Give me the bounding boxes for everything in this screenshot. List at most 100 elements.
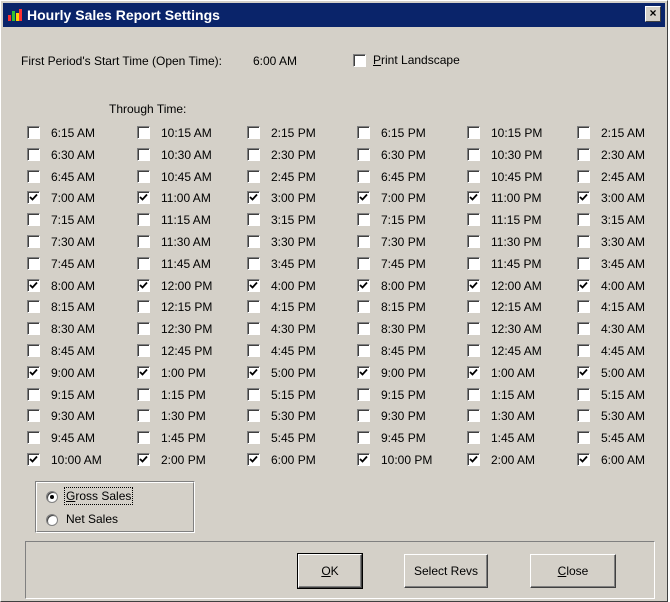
checkbox-box[interactable]	[137, 366, 150, 379]
checkbox-box[interactable]	[357, 344, 370, 357]
checkbox-box[interactable]	[357, 322, 370, 335]
checkbox-box[interactable]	[357, 388, 370, 401]
checkbox-box[interactable]	[247, 322, 260, 335]
checkbox-box[interactable]	[577, 453, 590, 466]
checkbox-box[interactable]	[137, 388, 150, 401]
checkbox-box[interactable]	[467, 409, 480, 422]
checkbox-box[interactable]	[247, 170, 260, 183]
checkbox-box[interactable]	[577, 344, 590, 357]
checkbox-box[interactable]	[247, 431, 260, 444]
checkbox-box[interactable]	[577, 148, 590, 161]
checkbox-box[interactable]	[247, 213, 260, 226]
checkbox-box[interactable]	[467, 191, 480, 204]
checkbox-box[interactable]	[247, 388, 260, 401]
checkbox-box[interactable]	[467, 322, 480, 335]
checkbox-box[interactable]	[247, 300, 260, 313]
checkbox-box[interactable]	[357, 279, 370, 292]
checkbox-box[interactable]	[577, 191, 590, 204]
checkbox-box[interactable]	[137, 344, 150, 357]
checkbox-box[interactable]	[137, 235, 150, 248]
checkbox-box[interactable]	[357, 126, 370, 139]
checkbox-box[interactable]	[357, 170, 370, 183]
checkbox-box[interactable]	[27, 409, 40, 422]
checkbox-box[interactable]	[137, 257, 150, 270]
checkbox-box[interactable]	[467, 257, 480, 270]
checkbox-box[interactable]	[27, 126, 40, 139]
checkbox-box[interactable]	[137, 279, 150, 292]
checkbox-box[interactable]	[577, 170, 590, 183]
checkbox-box[interactable]	[137, 148, 150, 161]
checkbox-box[interactable]	[137, 409, 150, 422]
checkbox-box[interactable]	[137, 126, 150, 139]
checkbox-box[interactable]	[27, 148, 40, 161]
checkbox-box[interactable]	[357, 213, 370, 226]
checkbox-box[interactable]	[357, 409, 370, 422]
checkbox-box[interactable]	[467, 235, 480, 248]
checkbox-box[interactable]	[247, 279, 260, 292]
checkbox-box[interactable]	[467, 300, 480, 313]
gross-sales-radio-button[interactable]	[46, 491, 58, 503]
checkbox-box[interactable]	[137, 300, 150, 313]
checkbox-box[interactable]	[27, 453, 40, 466]
checkbox-box[interactable]	[137, 431, 150, 444]
checkbox-box[interactable]	[467, 453, 480, 466]
checkbox-box[interactable]	[357, 235, 370, 248]
checkbox-box[interactable]	[577, 388, 590, 401]
checkbox-box[interactable]	[577, 235, 590, 248]
checkbox-box[interactable]	[467, 366, 480, 379]
gross-sales-radio[interactable]: Gross Sales	[46, 487, 176, 505]
checkbox-box[interactable]	[467, 170, 480, 183]
checkbox-box[interactable]	[357, 191, 370, 204]
checkbox-box[interactable]	[247, 453, 260, 466]
checkbox-box[interactable]	[467, 431, 480, 444]
checkbox-box[interactable]	[357, 300, 370, 313]
checkbox-box[interactable]	[27, 191, 40, 204]
checkbox-box[interactable]	[357, 148, 370, 161]
select-revs-button[interactable]: Select Revs	[404, 554, 488, 588]
checkbox-box[interactable]	[27, 170, 40, 183]
checkbox-box[interactable]	[137, 322, 150, 335]
checkbox-box[interactable]	[357, 431, 370, 444]
checkbox-box[interactable]	[247, 257, 260, 270]
checkbox-box[interactable]	[247, 148, 260, 161]
print-landscape-box[interactable]	[353, 54, 366, 67]
checkbox-box[interactable]	[27, 322, 40, 335]
checkbox-box[interactable]	[357, 257, 370, 270]
checkbox-box[interactable]	[467, 213, 480, 226]
close-button[interactable]: Close	[530, 554, 616, 588]
checkbox-box[interactable]	[357, 366, 370, 379]
checkbox-box[interactable]	[247, 126, 260, 139]
checkbox-box[interactable]	[247, 409, 260, 422]
checkbox-box[interactable]	[27, 431, 40, 444]
checkbox-box[interactable]	[27, 366, 40, 379]
checkbox-box[interactable]	[577, 213, 590, 226]
checkbox-box[interactable]	[577, 322, 590, 335]
checkbox-box[interactable]	[577, 257, 590, 270]
checkbox-box[interactable]	[137, 170, 150, 183]
checkbox-box[interactable]	[137, 213, 150, 226]
checkbox-box[interactable]	[577, 366, 590, 379]
checkbox-box[interactable]	[247, 366, 260, 379]
title-bar[interactable]: Hourly Sales Report Settings ×	[3, 3, 665, 27]
checkbox-box[interactable]	[467, 148, 480, 161]
checkbox-box[interactable]	[247, 344, 260, 357]
checkbox-box[interactable]	[577, 409, 590, 422]
net-sales-radio[interactable]: Net Sales	[46, 512, 176, 528]
checkbox-box[interactable]	[467, 388, 480, 401]
checkbox-box[interactable]	[577, 126, 590, 139]
checkbox-box[interactable]	[577, 431, 590, 444]
checkbox-box[interactable]	[27, 344, 40, 357]
checkbox-box[interactable]	[27, 279, 40, 292]
checkbox-box[interactable]	[137, 191, 150, 204]
ok-button[interactable]: OK	[297, 553, 363, 589]
checkbox-box[interactable]	[27, 213, 40, 226]
checkbox-box[interactable]	[467, 344, 480, 357]
checkbox-box[interactable]	[247, 235, 260, 248]
checkbox-box[interactable]	[577, 300, 590, 313]
checkbox-box[interactable]	[27, 235, 40, 248]
checkbox-box[interactable]	[137, 453, 150, 466]
net-sales-radio-button[interactable]	[46, 514, 58, 526]
checkbox-box[interactable]	[27, 388, 40, 401]
checkbox-box[interactable]	[467, 279, 480, 292]
checkbox-box[interactable]	[27, 300, 40, 313]
